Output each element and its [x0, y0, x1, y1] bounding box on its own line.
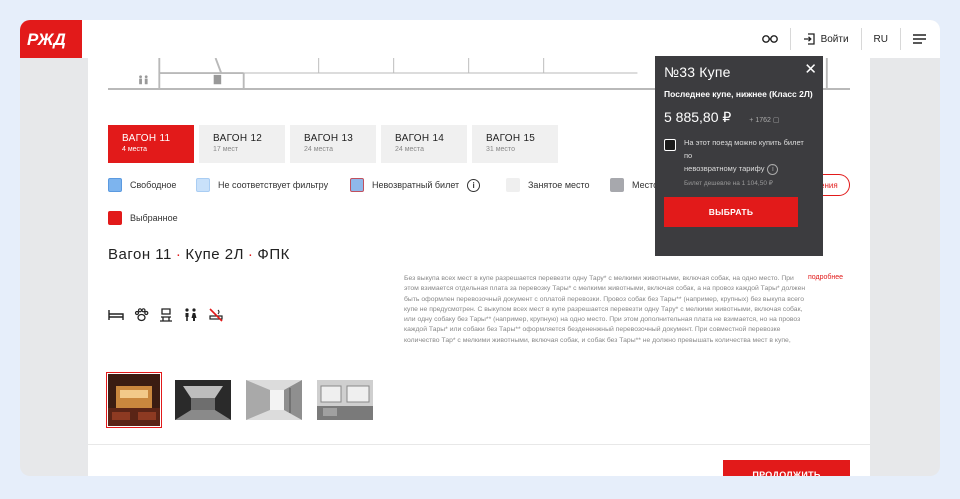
seat-popup: №33 Купе ✕ Последнее купе, нижнее (Класс… [655, 56, 823, 256]
wagon-tab-places: 24 места [304, 146, 333, 153]
nonrefundable-text-2: невозвратному тарифу [684, 164, 765, 173]
close-icon[interactable]: ✕ [804, 60, 817, 78]
legend-item-seat: Место [610, 178, 658, 192]
nonrefundable-option[interactable]: На этот поезд можно купить билет по нево… [664, 136, 814, 175]
nonrefundable-text-1: На этот поезд можно купить билет по [684, 138, 804, 160]
bed-icon [108, 310, 124, 320]
wagon-tab-places: 17 мест [213, 146, 239, 153]
wagon-tab-14[interactable]: ВАГОН 14 24 места [381, 125, 467, 163]
wagon-number: Вагон 11 [108, 246, 172, 263]
wagon-carrier: ФПК [257, 246, 290, 263]
photo-gallery [106, 372, 373, 428]
toilet-icon [160, 308, 172, 322]
top-actions: Войти RU [750, 20, 940, 58]
info-icon[interactable]: i [467, 178, 481, 192]
login-icon [803, 33, 815, 45]
legend-item-nonrefundable: Невозвратный билет i [350, 178, 481, 192]
bonus-icon: ▢ [772, 117, 780, 124]
wagon-tab-label: ВАГОН 12 [213, 133, 263, 144]
separator-dot: · [247, 246, 254, 263]
popup-note: Билет дешевле на 1 104,50 ₽ [684, 180, 773, 187]
wagon-tab-places: 24 места [395, 146, 424, 153]
browser-frame: РЖД Войти RU ВАГОН 11 4 места ВАГОН 12 1… [20, 20, 940, 476]
login-button[interactable]: Войти [789, 28, 861, 50]
wagon-tab-label: ВАГОН 15 [486, 133, 536, 144]
wagon-tab-label: ВАГОН 13 [304, 133, 354, 144]
photo-thumbnail[interactable] [317, 380, 373, 420]
menu-icon [913, 34, 926, 44]
wagon-tab-label: ВАГОН 11 [122, 133, 171, 144]
footer-divider [88, 444, 870, 445]
rzd-logo-icon: РЖД [27, 30, 66, 49]
legend-swatch [108, 178, 122, 192]
popup-price-row: 5 885,80 ₽ + 1762 ▢ [664, 109, 814, 126]
separator-dot: · [175, 246, 182, 263]
legend-item-occupied: Занятое место [506, 178, 590, 192]
pet-icon [134, 308, 149, 322]
wagon-tab-15[interactable]: ВАГОН 15 31 место [472, 125, 558, 163]
popup-subtitle: Последнее купе, нижнее (Класс 2Л) [664, 89, 813, 99]
accessibility-button[interactable] [750, 28, 790, 50]
wagon-tab-places: 31 место [486, 146, 515, 153]
legend-label: Занятое место [528, 180, 590, 190]
popup-price: 5 885,80 ₽ [664, 109, 732, 125]
legend-swatch [108, 211, 122, 225]
pet-transport-description: Без выкупа всех мест в купе разрешается … [404, 275, 806, 344]
photo-thumbnail[interactable] [246, 380, 302, 420]
legend-item-free: Свободное [108, 178, 176, 192]
wc-icon [185, 308, 197, 321]
info-icon[interactable]: i [767, 163, 779, 175]
glasses-icon [761, 35, 778, 43]
wagon-tab-label: ВАГОН 14 [395, 133, 445, 144]
wagon-tab-13[interactable]: ВАГОН 13 24 места [290, 125, 376, 163]
legend-item-selected: Выбранное [108, 211, 178, 225]
top-bar: РЖД Войти RU [20, 20, 940, 58]
menu-button[interactable] [900, 28, 940, 50]
wagon-tab-places: 4 места [122, 146, 148, 153]
legend-label: Свободное [130, 180, 177, 190]
wagon-tab-12[interactable]: ВАГОН 12 17 мест [199, 125, 285, 163]
legend-swatch [350, 178, 364, 192]
amenities-list [108, 308, 224, 322]
hallway-photo [246, 380, 302, 420]
no-smoking-icon [209, 308, 223, 322]
legend-swatch [506, 178, 520, 192]
photo-thumbnail[interactable] [175, 380, 231, 420]
wagon-class: Купе 2Л [185, 246, 244, 263]
wagon-tabs: ВАГОН 11 4 места ВАГОН 12 17 мест ВАГОН … [108, 125, 558, 163]
legend-label: Выбранное [130, 213, 178, 223]
more-link[interactable]: подробнее [808, 274, 843, 281]
legend-swatch [196, 178, 210, 192]
compartment-photo [108, 374, 160, 426]
select-seat-button[interactable]: ВЫБРАТЬ [664, 197, 798, 227]
legend-label: Невозвратный билет [372, 180, 460, 190]
language-label: RU [873, 33, 888, 45]
bonus-value: + 1762 [749, 117, 771, 124]
wagon-tab-11[interactable]: ВАГОН 11 4 места [108, 125, 194, 163]
legend-swatch [610, 178, 624, 192]
continue-button[interactable]: ПРОДОЛЖИТЬ [723, 460, 850, 476]
cabin-photo [317, 380, 373, 420]
popup-bonus: + 1762 ▢ [749, 116, 779, 124]
legend-label: Не соответствует фильтру [218, 180, 329, 190]
popup-title: №33 Купе [664, 64, 731, 80]
login-label: Войти [820, 33, 849, 45]
corridor-photo [175, 380, 231, 420]
photo-thumbnail[interactable] [106, 372, 162, 428]
wagon-title: Вагон 11 · Купе 2Л · ФПК [108, 246, 290, 263]
svg-text:РЖД: РЖД [27, 30, 66, 49]
nonrefundable-text: На этот поезд можно купить билет по нево… [684, 136, 814, 175]
nonrefundable-checkbox[interactable] [664, 139, 676, 151]
rzd-logo[interactable]: РЖД [20, 20, 82, 58]
legend-item-filtered: Не соответствует фильтру [196, 178, 328, 192]
language-switch[interactable]: RU [860, 28, 900, 50]
